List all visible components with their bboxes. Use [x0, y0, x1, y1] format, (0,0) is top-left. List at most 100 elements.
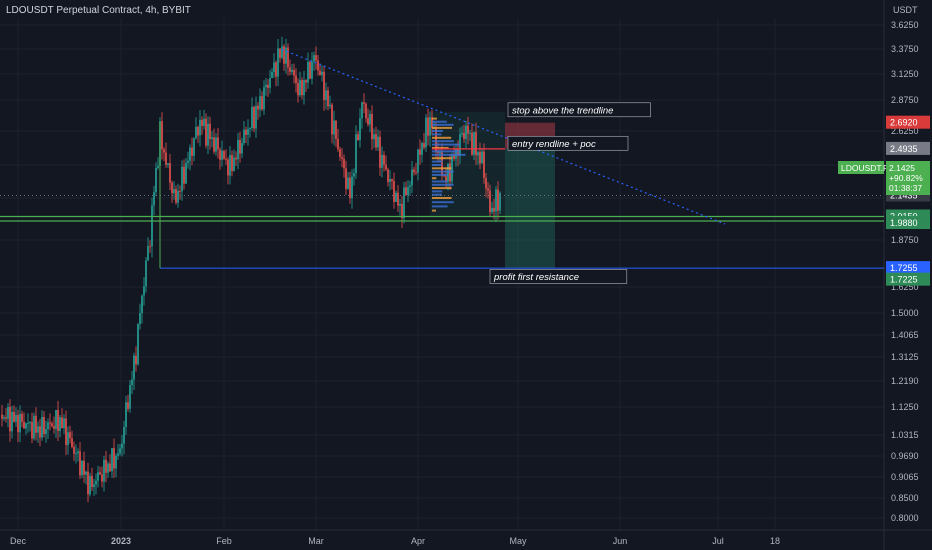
price-tag-label-4: 1.9880 [890, 218, 918, 228]
volume-profile-bar [432, 123, 454, 126]
annotation-text-1: entry rendline + poc [512, 139, 596, 150]
candle-body [405, 187, 407, 195]
volume-profile-bar [432, 140, 454, 143]
candle-body [365, 103, 367, 119]
chart-svg[interactable]: stop above the trendline entry rendline +… [0, 0, 932, 550]
candle-body [265, 84, 267, 88]
last-price-countdown: 01:38:37 [889, 183, 922, 193]
candle-body [205, 118, 207, 146]
candle-body [411, 169, 413, 186]
candle-body [97, 472, 99, 481]
candle-body [469, 132, 471, 134]
candle-body [461, 132, 463, 135]
candle-body [325, 90, 327, 100]
candle-body [25, 423, 27, 429]
candle-body [287, 47, 289, 68]
candle-body [39, 426, 41, 438]
candle-body [367, 118, 369, 125]
candle-body [357, 134, 359, 141]
candle-body [123, 426, 125, 444]
candle-body [237, 139, 239, 160]
candle-body [47, 422, 49, 429]
chart-root[interactable]: LDOUSDT Perpetual Contract, 4h, BYBIT US… [0, 0, 932, 550]
candle-body [473, 132, 475, 155]
candle-body [391, 178, 393, 181]
x-tick-label-5: May [509, 536, 527, 546]
y-tick-label-12: 1.2190 [891, 376, 919, 386]
candle-body [477, 152, 479, 156]
x-tick-label-1: 2023 [111, 536, 131, 546]
volume-profile-bar [432, 201, 454, 204]
price-tag-label-1: 2.4935 [890, 144, 918, 154]
volume-profile-bar [432, 187, 452, 190]
volume-profile-bar [432, 133, 442, 136]
candle-body [69, 432, 71, 439]
candle-body [279, 48, 281, 58]
candle-body [409, 185, 411, 188]
candle-body [229, 155, 231, 176]
candle-body [467, 125, 469, 134]
candle-body [53, 426, 55, 429]
candle-body [269, 78, 271, 88]
candle-body [375, 134, 377, 148]
candle-body [197, 126, 199, 136]
candle-body [217, 137, 219, 150]
candle-body [253, 106, 255, 129]
candle-body [465, 125, 467, 139]
candle-body [125, 402, 127, 427]
volume-profile-bar [432, 209, 436, 212]
candle-body [101, 474, 103, 482]
candle-body [143, 286, 145, 296]
candle-body [115, 455, 117, 469]
candle-body [167, 163, 169, 165]
y-tick-label-2: 3.1250 [891, 69, 919, 79]
candle-body [119, 448, 121, 454]
y-tick-label-11: 1.3125 [891, 352, 919, 362]
x-tick-label-7: Jul [712, 536, 724, 546]
candle-body [307, 61, 309, 83]
candle-body [31, 422, 33, 439]
candle-body [71, 438, 73, 447]
candle-body [255, 105, 257, 129]
candle-body [41, 416, 43, 438]
candle-body [331, 104, 333, 135]
volume-profile-bar [432, 143, 461, 146]
candle-body [215, 137, 217, 152]
candle-body [487, 188, 489, 191]
candle-body [283, 46, 285, 64]
candle-body [111, 448, 113, 472]
candle-body [313, 55, 315, 62]
candle-body [33, 415, 35, 439]
candle-body [23, 421, 25, 429]
candle-body [319, 70, 321, 75]
candle-body [213, 137, 215, 152]
candle-body [79, 451, 81, 476]
candle-body [455, 148, 457, 159]
x-tick-label-8: 18 [770, 536, 780, 546]
y-tick-label-3: 2.8750 [891, 95, 919, 105]
candle-body [211, 137, 213, 140]
candle-body [147, 246, 149, 261]
candle-body [233, 157, 235, 172]
candle-body [419, 149, 421, 155]
volume-profile-bar [432, 180, 448, 183]
candle-body [113, 448, 115, 469]
candle-body [5, 417, 7, 419]
candle-body [139, 313, 141, 325]
candle-body [187, 160, 189, 163]
last-price-change: +90.82% [889, 173, 923, 183]
candle-body [7, 406, 9, 419]
candle-body [377, 136, 379, 148]
candle-body [261, 96, 263, 110]
candle-body [427, 117, 429, 136]
candle-body [323, 71, 325, 100]
candle-body [399, 203, 401, 206]
candle-body [285, 47, 287, 64]
candle-body [129, 385, 131, 409]
candle-body [219, 149, 221, 160]
candle-body [343, 158, 345, 169]
candle-body [93, 484, 95, 487]
symbol-badge: LDOUSDT.P [841, 163, 889, 173]
candle-body [329, 104, 331, 107]
volume-profile-bar [432, 173, 448, 176]
